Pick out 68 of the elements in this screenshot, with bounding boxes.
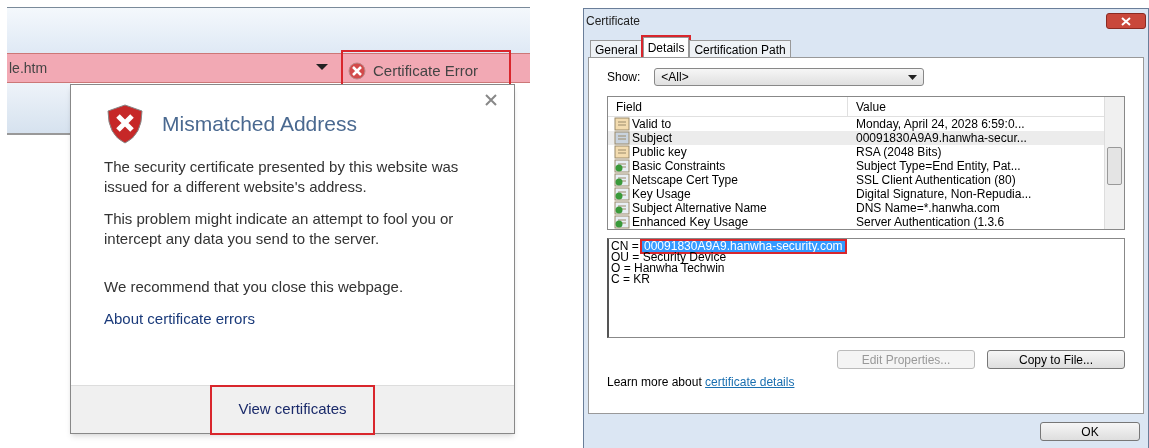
- field-row[interactable]: Valid to Monday, April 24, 2028 6:59:0...: [608, 117, 1104, 131]
- field-value: Monday, April 24, 2028 6:59:0...: [855, 117, 1025, 131]
- popup-paragraph: The security certificate presented by this website was issued for a different website's address.: [104, 157, 460, 197]
- detail-value: Hanwha Techwin: [634, 263, 725, 274]
- dialog-title: Certificate: [586, 13, 641, 30]
- popup-paragraph: This problem might indicate an attempt to fool you or intercept any data you send to the server.: [104, 209, 455, 249]
- field-row[interactable]: Public key RSA (2048 Bits): [608, 145, 1104, 159]
- show-label: Show:: [607, 69, 641, 86]
- field-row[interactable]: Netscape Cert Type SSL Client Authentication (80): [608, 173, 1104, 187]
- close-button[interactable]: [1106, 13, 1146, 29]
- dropdown-caret-icon: [908, 74, 918, 80]
- field-value: Subject Type=End Entity, Pat...: [855, 159, 1021, 173]
- field-row[interactable]: Subject 00091830A9A9.hanwha-secur...: [608, 131, 1104, 145]
- field-value: Digital Signature, Non-Repudia...: [855, 187, 1032, 201]
- field-row[interactable]: Key Usage Digital Signature, Non-Repudia...: [608, 187, 1104, 201]
- about-errors-link[interactable]: About certificate errors: [104, 309, 464, 329]
- certificate-extension-icon: [614, 159, 630, 173]
- field-row[interactable]: Enhanced Key Usage Server Authentication (1.3.6: [608, 215, 1104, 229]
- dialog-tab[interactable]: Details: [642, 37, 690, 57]
- certificate-extension-icon: [614, 215, 630, 229]
- field-name: Basic Constraints: [632, 159, 726, 173]
- field-row[interactable]: Basic Constraints Subject Type=End Entity, Pat...: [608, 159, 1104, 173]
- view-certificates-button[interactable]: View certificates: [212, 386, 373, 433]
- field-name: Subject: [632, 131, 673, 145]
- show-dropdown[interactable]: <All>: [654, 68, 925, 86]
- popup-paragraph: We recommend that you close this webpage.: [104, 277, 405, 297]
- field-name: Key Usage: [632, 187, 691, 201]
- field-name: Public key: [632, 145, 687, 159]
- detail-label: C =: [611, 274, 631, 285]
- detail-label: O =: [611, 263, 632, 274]
- learn-more-text: Learn more about: [607, 375, 703, 389]
- dialog-tab[interactable]: General: [590, 40, 643, 57]
- certificate-field-icon: [614, 131, 630, 145]
- detail-value: 00091830A9A9.hanwha-security.com: [642, 241, 845, 252]
- field-name: Enhanced Key Usage: [632, 215, 749, 229]
- field-name: Subject Alternative Name: [632, 201, 767, 215]
- certificate-extension-icon: [614, 173, 630, 187]
- certificate-details-link[interactable]: certificate details: [705, 375, 795, 389]
- scrollbar[interactable]: [1104, 97, 1124, 229]
- address-text: le.htm: [9, 58, 48, 78]
- close-icon: [1121, 16, 1131, 26]
- close-icon: [484, 93, 498, 107]
- dialog-tab[interactable]: Certification Path: [689, 40, 791, 57]
- field-value: 00091830A9A9.hanwha-secur...: [855, 131, 1027, 145]
- detail-value: Security Device: [642, 252, 727, 263]
- copy-to-file-button[interactable]: Copy to File...: [987, 350, 1125, 369]
- column-header: Field: [608, 97, 848, 116]
- detail-text-box[interactable]: CN = 00091830A9A9.hanwha-security.com OU = Security Device O = Hanwha Techwin C = KR: [607, 238, 1125, 338]
- certificate-extension-icon: [614, 201, 630, 215]
- field-row[interactable]: Subject Alternative Name DNS Name=*.hanwha.com: [608, 201, 1104, 215]
- certificate-field-icon: [614, 117, 630, 131]
- detail-label: OU =: [611, 252, 640, 263]
- detail-value: KR: [633, 274, 650, 285]
- popup-title: Mismatched Address: [162, 111, 357, 138]
- field-value: SSL Client Authentication (80): [855, 173, 1016, 187]
- field-value: RSA (2048 Bits): [855, 145, 942, 159]
- field-value: Server Authentication (1.3.6: [855, 215, 1005, 229]
- field-value: DNS Name=*.hanwha.com: [855, 201, 1000, 215]
- scrollbar-thumb[interactable]: [1107, 147, 1122, 185]
- field-name: Valid to: [632, 117, 672, 131]
- certificate-extension-icon: [614, 187, 630, 201]
- ok-button[interactable]: OK: [1040, 422, 1140, 441]
- browser-toolbar: [7, 83, 71, 135]
- certificate-field-icon: [614, 145, 630, 159]
- field-name: Netscape Cert Type: [632, 173, 738, 187]
- column-header: Value: [855, 99, 886, 116]
- dropdown-caret-icon: [316, 64, 328, 71]
- detail-label: CN =: [611, 241, 640, 252]
